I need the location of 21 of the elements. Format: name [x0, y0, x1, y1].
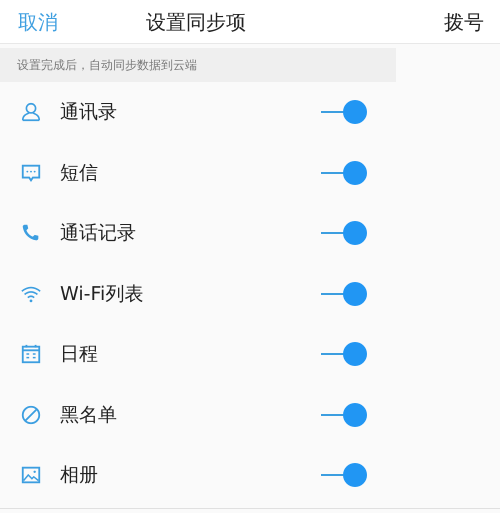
item-label: 黑名单 [60, 402, 118, 428]
item-label: 相册 [60, 463, 99, 488]
calendar-icon [20, 343, 42, 366]
item-label: 日程 [60, 342, 99, 367]
toggle-switch[interactable] [321, 282, 367, 306]
item-label: 通讯录 [60, 100, 118, 125]
item-label: 通话记录 [60, 221, 137, 246]
person-icon [20, 101, 42, 124]
toggle-switch[interactable] [321, 160, 367, 185]
toggle-switch[interactable] [321, 221, 367, 246]
page-title: 设置同步项 [146, 8, 246, 36]
hint-banner: 设置完成后，自动同步数据到云端 [0, 48, 396, 82]
toggle-switch[interactable] [321, 342, 367, 366]
dial-button[interactable]: 拨号 [444, 6, 484, 36]
toggle-switch[interactable] [321, 463, 367, 488]
toggle-switch[interactable] [321, 100, 367, 124]
block-icon [20, 404, 42, 426]
item-label: 短信 [60, 160, 99, 186]
toggle-switch[interactable] [321, 402, 367, 427]
image-icon [20, 464, 42, 486]
item-label: Wi-Fi列表 [60, 282, 144, 306]
